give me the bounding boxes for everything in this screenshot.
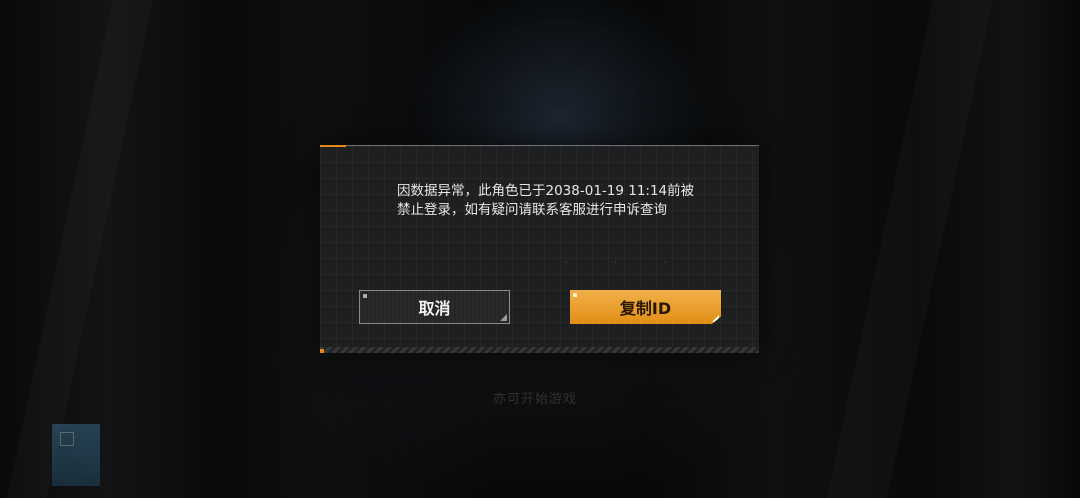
corner-dot-icon [363,294,367,298]
background-faded-text: 亦可开始游戏 [493,392,578,407]
corner-triangle-icon [712,315,719,322]
dialog-bottom-stripe [320,347,759,353]
background-badge-icon [52,424,100,486]
corner-dot-icon [573,293,577,297]
decorative-dots: · · · [565,258,688,267]
copy-id-button[interactable]: 复制ID [570,290,721,324]
cancel-button[interactable]: 取消 [359,290,510,324]
copy-id-button-label: 复制ID [619,299,672,318]
dialog-message: 因数据异常，此角色已于2038-01-19 11:14前被禁止登录，如有疑问请联… [397,183,695,218]
dialog-accent-bar [320,145,346,147]
corner-triangle-icon [500,314,507,321]
ban-notice-dialog: · · · 因数据异常，此角色已于2038-01-19 11:14前被禁止登录，… [320,145,759,353]
cancel-button-label: 取消 [418,299,451,318]
dialog-accent-corner [320,349,324,353]
